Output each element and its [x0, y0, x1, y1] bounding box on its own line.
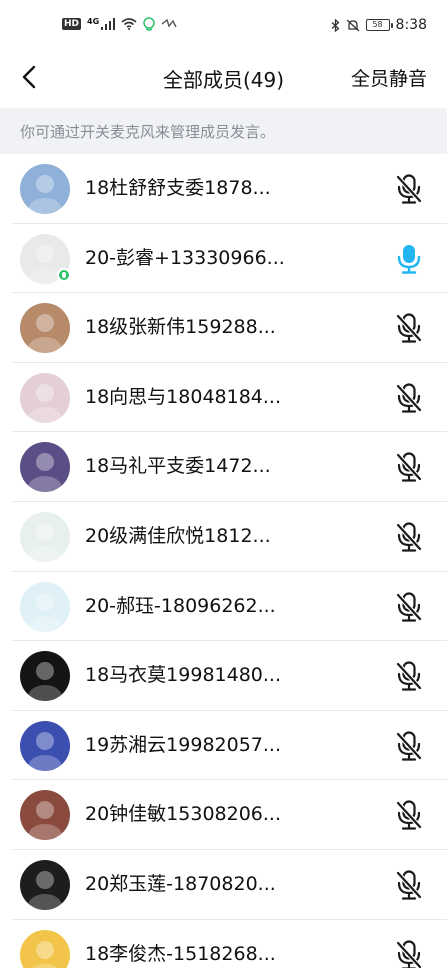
member-list: 18杜舒舒支委1878... 20-彭睿+13330966... 18级张新伟159… — [0, 154, 447, 968]
member-name: 20郑玉莲-1870820... — [85, 872, 276, 895]
silent-bell-icon — [346, 19, 359, 31]
avatar[interactable] — [20, 929, 70, 968]
mic-off-icon[interactable] — [395, 939, 423, 968]
member-name: 20-彭睿+13330966... — [85, 246, 285, 269]
avatar[interactable] — [20, 511, 70, 562]
mute-all-button[interactable]: 全员静音 — [351, 64, 427, 91]
app-notification-icon-2 — [161, 18, 177, 28]
nav-header: 全部成员(49) 全员静音 — [0, 52, 447, 108]
avatar[interactable] — [20, 303, 70, 354]
mic-off-icon[interactable] — [395, 383, 423, 413]
mic-off-icon[interactable] — [395, 522, 423, 552]
member-row[interactable]: 20钟佳敏15308206... — [0, 780, 447, 850]
member-name: 20钟佳敏15308206... — [85, 803, 282, 826]
clock: 8:38 — [395, 17, 427, 33]
mic-off-icon[interactable] — [395, 731, 423, 761]
member-row[interactable]: 18马礼平支委1472... — [0, 432, 447, 502]
avatar[interactable] — [20, 442, 70, 493]
member-row[interactable]: 20级满佳欣悦1812... — [0, 502, 447, 572]
member-row[interactable]: 19苏湘云19982057... — [0, 711, 447, 781]
member-name: 18马礼平支委1472... — [85, 455, 271, 478]
tip-banner: 你可通过开关麦克风来管理成员发言。 — [0, 108, 447, 154]
avatar[interactable] — [20, 164, 70, 214]
member-row[interactable]: 18向思与18048184... — [0, 363, 447, 433]
member-name: 19苏湘云19982057... — [85, 733, 282, 756]
member-name: 18向思与18048184... — [85, 385, 282, 408]
mic-off-icon[interactable] — [395, 174, 423, 204]
member-name: 20级满佳欣悦1812... — [85, 524, 271, 547]
member-row[interactable]: 20-郝珏-18096262... — [0, 572, 447, 642]
member-row[interactable]: 18李俊杰-1518268... — [0, 920, 447, 968]
speaking-indicator-icon — [57, 267, 71, 282]
member-row[interactable]: 20-彭睿+13330966... — [0, 224, 447, 294]
member-name: 20-郝珏-18096262... — [85, 594, 276, 617]
member-row[interactable]: 20郑玉莲-1870820... — [0, 850, 447, 920]
mic-off-icon[interactable] — [395, 800, 423, 830]
avatar[interactable] — [20, 790, 70, 841]
battery-level: 58 — [372, 20, 383, 29]
member-row[interactable]: 18级张新伟159288... — [0, 293, 447, 363]
avatar[interactable] — [20, 372, 70, 423]
avatar[interactable] — [20, 651, 70, 702]
bluetooth-icon — [331, 18, 340, 32]
network-label: 4G — [87, 17, 100, 26]
status-bar: HD 4G 58 8:38 — [0, 0, 447, 52]
mic-off-icon[interactable] — [395, 313, 423, 343]
signal-icon — [101, 18, 116, 30]
status-left: HD 4G — [62, 17, 177, 31]
member-name: 18李俊杰-1518268... — [85, 942, 276, 965]
mic-on-icon[interactable] — [395, 244, 423, 274]
avatar[interactable] — [20, 581, 70, 632]
member-row[interactable]: 18杜舒舒支委1878... — [0, 154, 447, 224]
member-name: 18马衣莫19981480... — [85, 664, 282, 687]
member-name: 18杜舒舒支委1878... — [85, 177, 271, 199]
avatar[interactable] — [20, 720, 70, 771]
mic-off-icon[interactable] — [395, 452, 423, 482]
member-name: 18级张新伟159288... — [85, 316, 276, 339]
app-notification-icon — [143, 17, 155, 31]
hd-badge: HD — [62, 18, 82, 30]
avatar[interactable] — [20, 859, 70, 910]
status-right: 58 8:38 — [331, 17, 427, 33]
mic-off-icon[interactable] — [395, 661, 423, 691]
mic-off-icon[interactable] — [395, 591, 423, 622]
member-row[interactable]: 18马衣莫19981480... — [0, 641, 447, 711]
battery-icon: 58 — [365, 19, 393, 31]
mic-off-icon[interactable] — [395, 870, 423, 900]
wifi-icon — [121, 18, 137, 30]
